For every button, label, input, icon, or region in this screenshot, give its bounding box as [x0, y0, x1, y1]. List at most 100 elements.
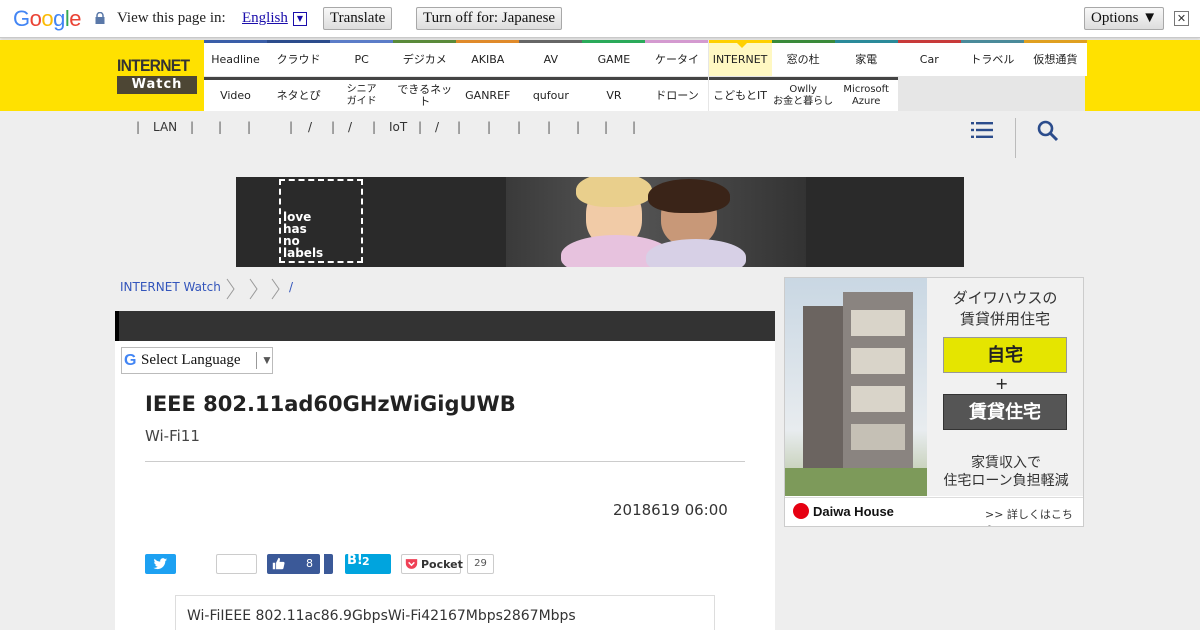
logo-text-bottom: Watch	[117, 76, 197, 94]
pocket-label: Pocket	[421, 558, 463, 571]
breadcrumb-separator-icon	[226, 278, 235, 300]
article-subtitle: Wi-Fi11	[145, 427, 200, 445]
breadcrumb-separator-icon	[271, 278, 280, 300]
side-ad[interactable]: ダイワハウスの 賃貸併用住宅 自宅 + 賃貸住宅 家賃収入で 住宅ローン負担軽減…	[784, 277, 1084, 527]
nav-tab[interactable]: GANREF	[456, 77, 520, 111]
nav-tab[interactable]: 窓の杜	[771, 40, 835, 76]
options-button[interactable]: Options ▼	[1084, 7, 1165, 30]
subnav-separator: |	[218, 120, 223, 134]
breadcrumb-item[interactable]: /	[289, 280, 293, 294]
subnav-item[interactable]: /	[308, 120, 312, 134]
nav-tab[interactable]: クラウド	[267, 40, 331, 76]
nav-tab[interactable]: VR	[582, 77, 646, 111]
close-icon[interactable]: ✕	[1174, 11, 1189, 26]
ad-plus: +	[995, 374, 1009, 393]
ad-body: 家賃収入で 住宅ローン負担軽減	[943, 455, 1069, 489]
nav-tab[interactable]: Video	[204, 77, 267, 111]
google-g-icon: G	[124, 352, 137, 369]
subnav-item[interactable]: IoT	[389, 120, 407, 134]
subnav-separator: |	[632, 120, 637, 134]
logo-text-top: INTERNET	[117, 56, 190, 75]
article-title: IEEE 802.11ad60GHzWiGigUWB	[145, 392, 516, 416]
subnav-item[interactable]: /	[348, 120, 352, 134]
pocket-count: 29	[467, 554, 494, 574]
subnav-separator: |	[331, 120, 336, 134]
article-date: 2018619 06:00	[613, 501, 728, 519]
article-lead-box: Wi-FiIEEE 802.11ac86.9GbpsWi-Fi42167Mbps…	[175, 595, 715, 630]
view-page-label: View this page in:	[117, 10, 226, 26]
select-language-widget[interactable]: G Select Language ▼	[121, 347, 273, 374]
nav-tab[interactable]: ネタとぴ	[267, 77, 331, 111]
ad-footer: Daiwa House >> 詳しくはこちら	[785, 497, 1083, 526]
hatena-count: 2	[362, 555, 370, 568]
site-logo[interactable]: INTERNET Watch	[117, 55, 199, 97]
nav-tab[interactable]: AV	[519, 40, 583, 76]
like-count-box[interactable]	[216, 554, 257, 574]
nav-tab[interactable]: こどもとIT	[708, 77, 772, 111]
child-hair	[648, 179, 730, 213]
subnav-separator: |	[487, 120, 492, 134]
nav-tab[interactable]: できるネット	[393, 77, 457, 111]
nav-tab[interactable]: ドローン	[645, 77, 709, 111]
nav-tab[interactable]: トラベル	[960, 40, 1024, 76]
breadcrumb-separator-icon	[249, 278, 258, 300]
twitter-icon	[153, 558, 168, 570]
nav-tab[interactable]: Microsoft Azure	[834, 77, 898, 111]
search-icon[interactable]	[1037, 120, 1059, 142]
turn-off-button[interactable]: Turn off for: Japanese	[416, 7, 563, 30]
subnav-item[interactable]: /	[435, 120, 439, 134]
banner-text: love has no labels	[283, 210, 324, 260]
ad-rental-label: 賃貸住宅	[943, 394, 1067, 430]
subnav-separator: |	[547, 120, 552, 134]
menu-icon[interactable]	[971, 121, 993, 139]
ad-home-label: 自宅	[943, 337, 1067, 373]
ad-more-link[interactable]: >> 詳しくはこちら	[985, 506, 1083, 526]
subnav-separator: |	[604, 120, 609, 134]
building-image	[785, 278, 927, 496]
subnav-separator: |	[418, 120, 423, 134]
nav-tab[interactable]: Headline	[204, 40, 267, 76]
tweet-button[interactable]	[145, 554, 176, 574]
subnav-separator: |	[289, 120, 294, 134]
nav-tab[interactable]: qufour	[519, 77, 583, 111]
hatena-bookmark-button[interactable]: B! 2	[345, 553, 391, 574]
divider	[145, 461, 745, 462]
nav-tab[interactable]: Car	[897, 40, 961, 76]
translate-bar: Google View this page in: English ▼ Tran…	[0, 0, 1200, 38]
nav-tab[interactable]: シニア ガイド	[330, 77, 394, 111]
lock-icon	[95, 12, 105, 24]
subnav-separator: |	[576, 120, 581, 134]
divider	[1015, 118, 1016, 158]
nav-tab[interactable]: ケータイ	[645, 40, 709, 76]
subnav-separator: |	[136, 120, 141, 134]
chevron-down-icon: ▼	[261, 353, 273, 367]
nav-tab[interactable]: AKIBA	[456, 40, 520, 76]
subnav-separator: |	[517, 120, 522, 134]
nav-tab[interactable]: PC	[330, 40, 394, 76]
nav-tab[interactable]: 家電	[834, 40, 898, 76]
daiwa-house-logo: Daiwa House	[793, 503, 894, 519]
breadcrumb-home[interactable]: INTERNET Watch	[120, 280, 221, 294]
nav-tab[interactable]: 仮想通貨	[1023, 40, 1087, 76]
facebook-share-tab[interactable]	[324, 554, 333, 574]
subnav-separator: |	[190, 120, 195, 134]
chevron-down-icon[interactable]: ▼	[293, 12, 307, 26]
child-hair	[576, 177, 652, 207]
nav-tab[interactable]: デジカメ	[393, 40, 457, 76]
nav-tab[interactable]: GAME	[582, 40, 646, 76]
language-select[interactable]: English	[242, 10, 288, 27]
facebook-count: 8	[306, 557, 313, 570]
brand-mark-icon	[793, 503, 809, 519]
subnav-separator: |	[247, 120, 252, 134]
pocket-button[interactable]: Pocket	[401, 554, 463, 574]
article-lead: Wi-FiIEEE 802.11ac86.9GbpsWi-Fi42167Mbps…	[187, 608, 576, 624]
subnav-separator: |	[457, 120, 462, 134]
nav-tab[interactable]: Owlly お金と暮らし	[771, 77, 835, 111]
banner-ad[interactable]: love has no labels	[236, 177, 964, 267]
subnav-separator: |	[372, 120, 377, 134]
subnav-item[interactable]: LAN	[153, 120, 177, 134]
header-accent	[115, 311, 119, 341]
active-indicator	[736, 43, 747, 48]
facebook-like-button[interactable]: 8	[267, 554, 320, 574]
translate-button[interactable]: Translate	[323, 7, 393, 30]
